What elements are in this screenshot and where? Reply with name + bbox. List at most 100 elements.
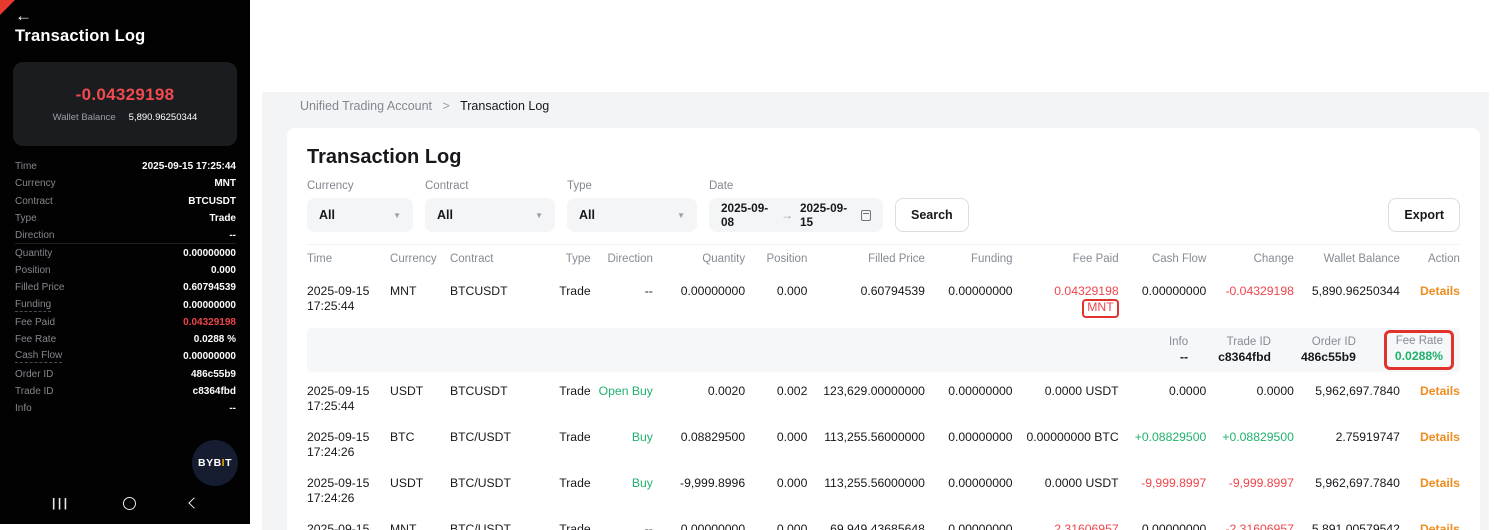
type-select[interactable]: All ▼ <box>567 198 697 232</box>
cell-time: 2025-09-1517:24:26 <box>307 522 390 530</box>
back-arrow-icon[interactable]: ← <box>15 6 32 26</box>
phone-field-value: 0.0288 % <box>194 334 236 345</box>
col-header-position: Position <box>745 252 807 267</box>
cell-time: 2025-09-1517:24:26 <box>307 476 390 506</box>
time-date: 2025-09-15 <box>307 522 390 530</box>
breadcrumb-separator-icon: > <box>443 99 450 113</box>
calendar-icon <box>861 210 871 221</box>
details-link[interactable]: Details <box>1400 384 1460 399</box>
cell-funding: 0.00000000 <box>925 430 1013 445</box>
contract-filter-group: Contract All ▼ <box>425 180 555 232</box>
phone-field-value: 0.000 <box>211 265 236 276</box>
cell-time: 2025-09-1517:24:26 <box>307 430 390 460</box>
phone-field-row: Position0.000 <box>15 262 236 279</box>
cell-change: -2.31606957 <box>1206 522 1294 530</box>
annotation-box-fee-unit: MNT <box>1082 299 1118 318</box>
date-filter-group: Date 2025-09-08 → 2025-09-15 <box>709 180 883 232</box>
date-range-picker[interactable]: 2025-09-08 → 2025-09-15 <box>709 198 883 232</box>
col-header-filled-price: Filled Price <box>807 252 925 267</box>
phone-field-label: Currency <box>15 178 56 189</box>
col-header-action: Action <box>1400 252 1460 267</box>
date-to-value: 2025-09-15 <box>800 201 853 229</box>
android-nav-bar: ||| <box>0 490 250 516</box>
cell-type: Trade <box>542 284 590 299</box>
export-button[interactable]: Export <box>1388 198 1460 232</box>
cell-wallet-balance: 5,890.96250344 <box>1294 284 1400 299</box>
time-date: 2025-09-15 <box>307 476 390 491</box>
cell-type: Trade <box>542 384 590 399</box>
phone-field-label: Funding <box>15 299 51 312</box>
search-button[interactable]: Search <box>895 198 969 232</box>
cell-type: Trade <box>542 430 590 445</box>
details-link[interactable]: Details <box>1400 284 1460 299</box>
cell-filled-price: 69,949.43685648 <box>807 522 925 530</box>
expanded-detail-row: Info--Trade IDc8364fbdOrder ID486c55b9Fe… <box>307 328 1460 372</box>
home-icon[interactable] <box>123 497 136 510</box>
recents-icon[interactable]: ||| <box>52 496 70 510</box>
phone-field-row: Quantity 0.00000000 <box>15 244 236 261</box>
currency-select[interactable]: All ▼ <box>307 198 413 232</box>
cell-quantity: -9,999.8996 <box>653 476 745 491</box>
cell-cash-flow: 0.00000000 <box>1119 522 1207 530</box>
table-row: 2025-09-1517:24:26MNTBTC/USDTTrade--0.00… <box>307 514 1460 530</box>
phone-field-row: Trade IDc8364fbd <box>15 383 236 400</box>
phone-field-row: Type Trade <box>15 210 236 227</box>
cell-fee-paid: 2.31606957 MNT <box>1013 522 1119 530</box>
cell-position: 0.000 <box>745 522 807 530</box>
col-header-wallet-balance: Wallet Balance <box>1294 252 1400 267</box>
chevron-down-icon: ▼ <box>393 211 401 220</box>
phone-field-value: Trade <box>209 213 236 224</box>
cell-contract: BTC/USDT <box>450 522 542 530</box>
contract-select[interactable]: All ▼ <box>425 198 555 232</box>
cell-direction: Open Buy <box>591 384 653 399</box>
phone-field-label: Quantity <box>15 248 52 259</box>
currency-select-value: All <box>319 208 335 222</box>
currency-filter-label: Currency <box>307 180 413 192</box>
details-link[interactable]: Details <box>1400 522 1460 530</box>
phone-field-value: BTCUSDT <box>188 196 236 207</box>
fee-amount: 0.0000 <box>1045 384 1086 398</box>
phone-field-row: Info-- <box>15 400 236 417</box>
cell-currency: BTC <box>390 430 450 445</box>
cell-direction: -- <box>591 522 653 530</box>
cell-position: 0.000 <box>745 430 807 445</box>
phone-field-row: Order ID486c55b9 <box>15 366 236 383</box>
type-filter-group: Type All ▼ <box>567 180 697 232</box>
cell-wallet-balance: 2.75919747 <box>1294 430 1400 445</box>
details-link[interactable]: Details <box>1400 430 1460 445</box>
col-header-funding: Funding <box>925 252 1013 267</box>
date-from-value: 2025-09-08 <box>721 201 774 229</box>
cell-fee-paid: 0.0000 USDT <box>1013 476 1119 491</box>
phone-page-title: Transaction Log <box>15 27 145 46</box>
cell-filled-price: 113,255.56000000 <box>807 476 925 491</box>
recording-corner-marker <box>0 0 15 15</box>
time-date: 2025-09-15 <box>307 384 390 399</box>
cell-fee-paid: 0.00000000 BTC <box>1013 430 1119 445</box>
col-header-time: Time <box>307 252 390 267</box>
table-row: 2025-09-1517:24:26USDTBTC/USDTTradeBuy-9… <box>307 468 1460 514</box>
phone-field-row: CurrencyMNT <box>15 175 236 192</box>
nav-back-icon[interactable] <box>188 497 199 508</box>
phone-screenshot-panel: ← Transaction Log -0.04329198 Wallet Bal… <box>0 0 250 524</box>
time-clock: 17:24:26 <box>307 491 390 506</box>
phone-field-label: Type <box>15 213 37 224</box>
cell-change: +0.08829500 <box>1206 430 1294 445</box>
detail-order-id-value: 486c55b9 <box>1301 350 1356 364</box>
phone-field-value: 0.00000000 <box>183 248 236 259</box>
time-clock: 17:25:44 <box>307 399 390 414</box>
cell-direction: Buy <box>591 430 653 445</box>
details-link[interactable]: Details <box>1400 476 1460 491</box>
chevron-down-icon: ▼ <box>535 211 543 220</box>
cell-direction: Buy <box>591 476 653 491</box>
phone-field-label: Info <box>15 403 32 414</box>
phone-field-value: c8364fbd <box>193 386 236 397</box>
time-date: 2025-09-15 <box>307 430 390 445</box>
detail-info-label: Info <box>1169 336 1188 348</box>
col-header-contract: Contract <box>450 252 542 267</box>
cell-fee-paid: 0.04329198 MNT <box>1013 284 1119 318</box>
breadcrumb-parent[interactable]: Unified Trading Account <box>300 99 432 113</box>
time-clock: 17:25:44 <box>307 299 390 314</box>
cell-cash-flow: 0.0000 <box>1119 384 1207 399</box>
phone-field-value: 0.00000000 <box>183 300 236 311</box>
phone-field-value: 486c55b9 <box>191 369 236 380</box>
